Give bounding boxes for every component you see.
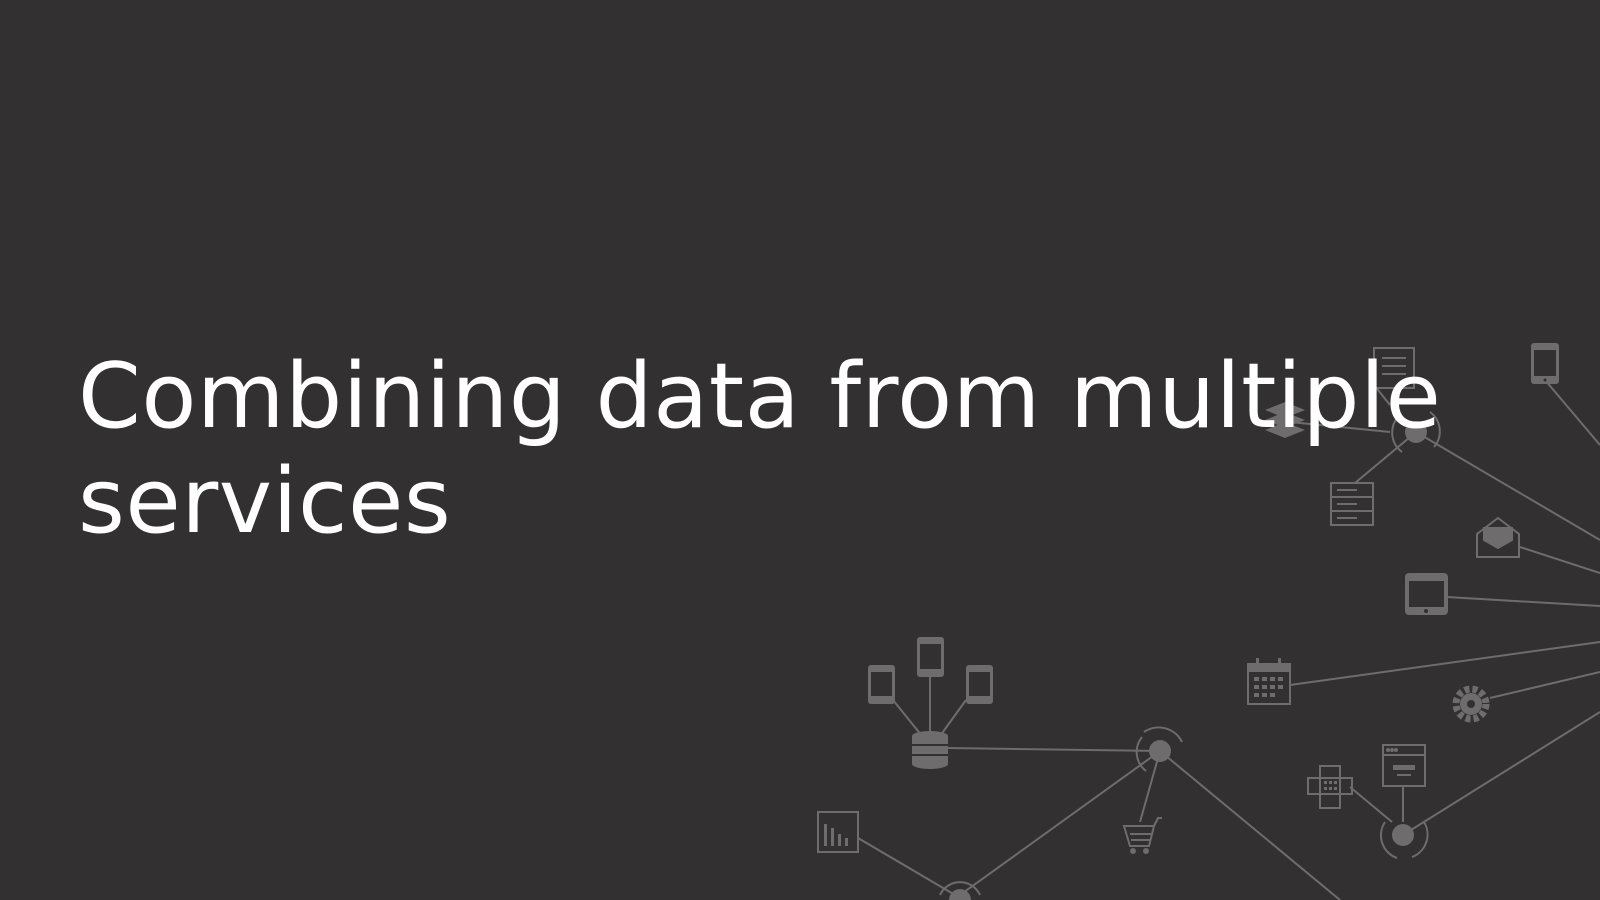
fax-icon	[1307, 765, 1353, 809]
phone-icon	[917, 637, 944, 677]
tablet-icon	[1405, 573, 1448, 615]
bar-chart-icon	[817, 811, 859, 853]
browser-window-icon	[1382, 744, 1426, 787]
network-hub	[1380, 821, 1429, 859]
gear-icon	[1452, 685, 1490, 723]
title-slide: Combining data from multiple services	[0, 0, 1600, 900]
calendar-icon	[1247, 658, 1291, 705]
phone-icon	[868, 665, 895, 704]
shopping-cart-icon	[1122, 817, 1162, 854]
phone-icon	[966, 665, 993, 704]
phone-icon	[1531, 343, 1559, 384]
database-icon	[912, 731, 948, 769]
slide-title: Combining data from multiple services	[78, 344, 1442, 554]
